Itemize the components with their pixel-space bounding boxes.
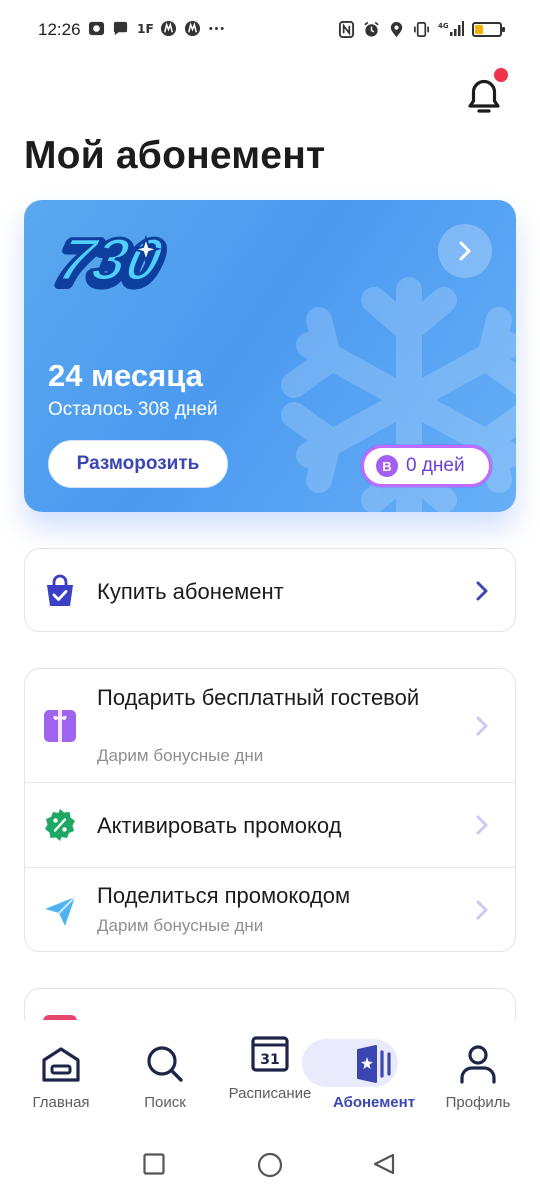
shopping-bag-icon xyxy=(47,574,73,606)
gift-icon xyxy=(44,710,76,742)
home-button[interactable] xyxy=(257,1152,283,1178)
recent-apps-button[interactable] xyxy=(143,1153,165,1175)
gift-guest-subtitle: Дарим бонусные дни xyxy=(97,746,264,765)
calendar-day: 31 xyxy=(260,1052,279,1068)
signal-icon: 4G xyxy=(438,21,464,36)
app-icon xyxy=(160,20,177,37)
share-promo-row[interactable]: Поделиться промокодом Дарим бонусные дни xyxy=(25,868,515,951)
bonus-actions-card: Подарить бесплатный гостевой Дарим бонус… xyxy=(24,668,516,952)
logo-text: 730 xyxy=(52,226,169,293)
status-notification-icons: 1F xyxy=(88,20,225,37)
nav-search[interactable]: Поиск xyxy=(115,1020,215,1130)
battery-level xyxy=(475,24,483,34)
alarm-icon xyxy=(364,21,379,37)
chevron-right-icon xyxy=(476,581,488,601)
chevron-right-icon xyxy=(459,241,471,261)
card-details-button[interactable] xyxy=(438,224,492,278)
chevron-right-icon xyxy=(476,900,488,920)
profile-icon xyxy=(460,1045,496,1084)
subscription-card[interactable]: 730 730 24 месяца Осталось 308 дней Разм… xyxy=(24,200,516,512)
nav-schedule-label: Расписание xyxy=(228,1085,312,1102)
more-icon xyxy=(209,26,224,31)
app-icon xyxy=(184,20,201,37)
freeze-days-badge[interactable]: B 0 дней xyxy=(361,445,492,487)
nav-schedule[interactable]: 31 Расписание xyxy=(220,1020,320,1130)
discount-badge-icon xyxy=(45,809,75,841)
nav-profile[interactable]: Профиль xyxy=(428,1020,528,1130)
status-system-icons: 4G xyxy=(338,20,505,38)
app-icon: 1F xyxy=(137,22,153,36)
nav-subscription[interactable]: Абонемент xyxy=(324,1020,424,1130)
activate-promo-title: Активировать промокод xyxy=(97,813,342,838)
nav-profile-label: Профиль xyxy=(445,1094,511,1111)
status-bar: 12:26 1F 4G xyxy=(0,0,540,60)
bottom-navigation: Главная Поиск 31 Расписание Абонемент Пр xyxy=(0,1020,540,1130)
freeze-days-text: 0 дней xyxy=(406,455,465,476)
share-promo-subtitle: Дарим бонусные дни xyxy=(97,916,264,935)
buy-subscription-card[interactable]: Купить абонемент xyxy=(24,548,516,632)
chat-icon xyxy=(113,21,128,36)
svg-text:1F: 1F xyxy=(137,22,153,36)
vibrate-icon xyxy=(414,21,429,37)
gift-guest-row[interactable]: Подарить бесплатный гостевой Дарим бонус… xyxy=(25,669,515,783)
plan-remaining-days: Осталось 308 дней xyxy=(48,399,218,420)
battery-icon xyxy=(472,21,505,37)
plan-name: 24 месяца xyxy=(48,358,203,393)
location-icon xyxy=(390,21,403,37)
nav-subscription-label: Абонемент xyxy=(332,1094,416,1111)
unfreeze-button[interactable]: Разморозить xyxy=(48,440,228,488)
brand-logo: 730 730 xyxy=(48,224,173,296)
page-title: Мой абонемент xyxy=(24,134,326,177)
nfc-icon xyxy=(338,20,355,38)
notifications-button[interactable] xyxy=(460,68,508,120)
pass-icon xyxy=(357,1045,391,1083)
chevron-right-icon xyxy=(476,716,488,736)
nav-home-label: Главная xyxy=(32,1094,90,1111)
home-icon xyxy=(42,1047,80,1082)
back-button[interactable] xyxy=(372,1152,396,1176)
search-icon xyxy=(147,1046,183,1082)
calendar-icon: 31 xyxy=(251,1036,289,1072)
freeze-badge-icon: B xyxy=(376,455,398,477)
status-time: 12:26 xyxy=(38,20,81,39)
svg-text:4G: 4G xyxy=(438,22,449,30)
share-promo-title: Поделиться промокодом xyxy=(97,883,351,908)
notification-badge xyxy=(494,68,508,82)
nav-home[interactable]: Главная xyxy=(11,1020,111,1130)
chevron-right-icon xyxy=(476,815,488,835)
send-icon xyxy=(45,896,76,926)
nav-search-label: Поиск xyxy=(144,1094,186,1111)
photo-icon xyxy=(88,21,105,36)
activate-promo-row[interactable]: Активировать промокод xyxy=(25,783,515,868)
buy-subscription-row[interactable]: Купить абонемент xyxy=(25,549,515,631)
system-navigation-bar xyxy=(0,1130,540,1194)
gift-guest-title: Подарить бесплатный гостевой xyxy=(97,685,420,710)
buy-subscription-title: Купить абонемент xyxy=(97,579,284,604)
